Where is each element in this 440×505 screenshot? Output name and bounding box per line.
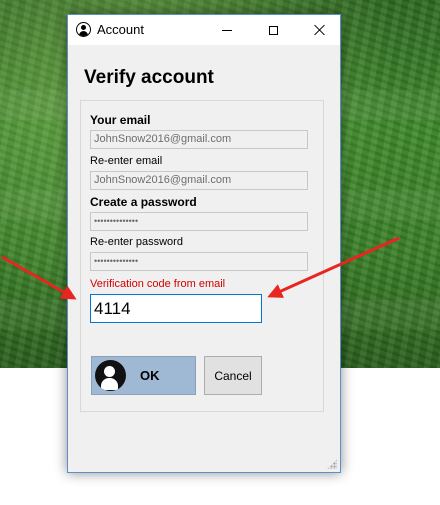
email-field[interactable]: JohnSnow2016@gmail.com bbox=[90, 130, 308, 149]
account-window: Account Verify account Your email JohnSn… bbox=[67, 14, 341, 473]
user-icon bbox=[76, 22, 91, 37]
reenter-password-label: Re-enter password bbox=[90, 236, 183, 248]
maximize-button[interactable] bbox=[250, 15, 296, 45]
reenter-password-field[interactable]: •••••••••••••• bbox=[90, 252, 308, 271]
reenter-email-field[interactable]: JohnSnow2016@gmail.com bbox=[90, 171, 308, 190]
email-label: Your email bbox=[90, 113, 151, 127]
screen: Account Verify account Your email JohnSn… bbox=[0, 0, 440, 505]
reenter-email-label: Re-enter email bbox=[90, 155, 163, 167]
add-user-icon bbox=[95, 360, 126, 391]
password-label: Create a password bbox=[90, 195, 197, 209]
title-bar[interactable]: Account bbox=[68, 15, 340, 45]
form-panel: Your email JohnSnow2016@gmail.com Re-ent… bbox=[80, 100, 324, 412]
minimize-icon bbox=[222, 29, 232, 31]
resize-grip[interactable] bbox=[327, 459, 337, 469]
ok-button-label: OK bbox=[140, 368, 160, 383]
window-title: Account bbox=[97, 22, 144, 37]
ok-button[interactable]: OK bbox=[91, 356, 196, 395]
password-field[interactable]: •••••••••••••• bbox=[90, 212, 308, 231]
verification-code-input[interactable]: 4114 bbox=[90, 294, 262, 323]
maximize-icon bbox=[268, 25, 278, 35]
cancel-button[interactable]: Cancel bbox=[204, 356, 262, 395]
close-button[interactable] bbox=[296, 15, 342, 45]
page-title: Verify account bbox=[84, 67, 214, 88]
verification-code-label: Verification code from email bbox=[90, 278, 226, 290]
close-icon bbox=[313, 24, 325, 36]
minimize-button[interactable] bbox=[204, 15, 250, 45]
